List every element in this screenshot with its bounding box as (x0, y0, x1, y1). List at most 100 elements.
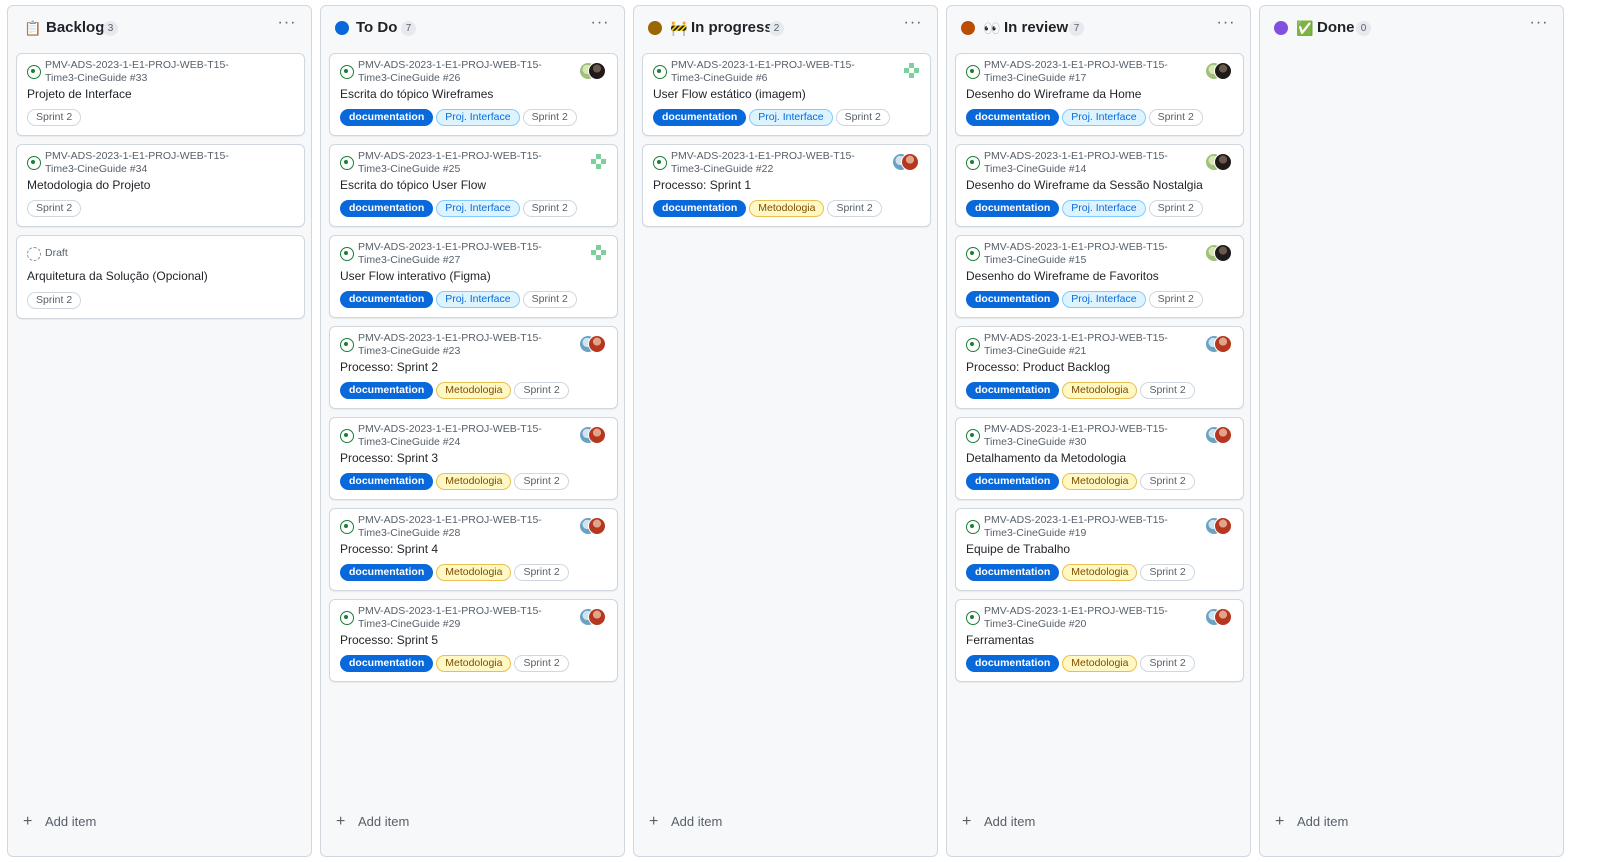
assignee-avatars[interactable] (579, 335, 607, 353)
label-documentation[interactable]: documentation (966, 564, 1060, 581)
card-issue[interactable]: PMV-ADS-2023-1-E1-PROJ-WEB-T15-Time3-Cin… (955, 53, 1244, 136)
label-sprint[interactable]: Sprint 2 (827, 200, 882, 217)
card-issue[interactable]: PMV-ADS-2023-1-E1-PROJ-WEB-T15-Time3-Cin… (329, 144, 618, 227)
assignee-avatars[interactable] (579, 517, 607, 535)
column-menu-icon[interactable]: ··· (588, 14, 612, 38)
label-documentation[interactable]: documentation (653, 109, 747, 126)
card-title[interactable]: Processo: Sprint 1 (653, 178, 893, 192)
label-documentation[interactable]: documentation (340, 473, 434, 490)
label-proj-interface[interactable]: Proj. Interface (436, 291, 520, 308)
card-issue[interactable]: PMV-ADS-2023-1-E1-PROJ-WEB-T15-Time3-Cin… (329, 235, 618, 318)
label-documentation[interactable]: documentation (966, 109, 1060, 126)
card-title[interactable]: Projeto de Interface (27, 87, 267, 101)
label-proj-interface[interactable]: Proj. Interface (749, 109, 833, 126)
column-menu-icon[interactable]: ··· (901, 14, 925, 38)
label-documentation[interactable]: documentation (340, 655, 434, 672)
label-sprint[interactable]: Sprint 2 (27, 109, 82, 126)
assignee-avatars[interactable] (1205, 608, 1233, 626)
card-draft[interactable]: Draft Arquitetura da Solução (Opcional) … (16, 235, 305, 319)
card-title[interactable]: Arquitetura da Solução (Opcional) (27, 269, 267, 283)
label-metodologia[interactable]: Metodologia (1062, 382, 1138, 399)
card-issue[interactable]: PMV-ADS-2023-1-E1-PROJ-WEB-T15-Time3-Cin… (955, 144, 1244, 227)
assignee-avatars[interactable] (1205, 426, 1233, 444)
card-issue[interactable]: PMV-ADS-2023-1-E1-PROJ-WEB-T15-Time3-Cin… (955, 599, 1244, 682)
card-title[interactable]: Processo: Sprint 3 (340, 451, 580, 465)
identicon-avatar[interactable] (591, 245, 607, 261)
add-item-button[interactable]: + Add item (336, 814, 409, 834)
card-title[interactable]: Processo: Sprint 4 (340, 542, 580, 556)
card-issue[interactable]: PMV-ADS-2023-1-E1-PROJ-WEB-T15-Time3-Cin… (642, 53, 931, 136)
label-metodologia[interactable]: Metodologia (436, 564, 512, 581)
label-documentation[interactable]: documentation (966, 291, 1060, 308)
label-documentation[interactable]: documentation (966, 655, 1060, 672)
column-menu-icon[interactable]: ··· (1214, 14, 1238, 38)
card-issue[interactable]: PMV-ADS-2023-1-E1-PROJ-WEB-T15-Time3-Cin… (642, 144, 931, 227)
label-sprint[interactable]: Sprint 2 (27, 200, 82, 217)
label-documentation[interactable]: documentation (966, 473, 1060, 490)
assignee-avatars[interactable] (1205, 517, 1233, 535)
card-title[interactable]: Ferramentas (966, 633, 1206, 647)
label-sprint[interactable]: Sprint 2 (1148, 291, 1203, 308)
label-documentation[interactable]: documentation (966, 382, 1060, 399)
card-title[interactable]: User Flow estático (imagem) (653, 87, 893, 101)
label-sprint[interactable]: Sprint 2 (514, 564, 569, 581)
card-issue[interactable]: PMV-ADS-2023-1-E1-PROJ-WEB-T15-Time3-Cin… (16, 53, 305, 136)
label-sprint[interactable]: Sprint 2 (514, 473, 569, 490)
column-menu-icon[interactable]: ··· (1527, 14, 1551, 38)
label-documentation[interactable]: documentation (340, 200, 434, 217)
card-title[interactable]: Escrita do tópico User Flow (340, 178, 580, 192)
card-issue[interactable]: PMV-ADS-2023-1-E1-PROJ-WEB-T15-Time3-Cin… (955, 417, 1244, 500)
assignee-avatars[interactable] (1205, 62, 1233, 80)
card-issue[interactable]: PMV-ADS-2023-1-E1-PROJ-WEB-T15-Time3-Cin… (955, 508, 1244, 591)
label-sprint[interactable]: Sprint 2 (514, 655, 569, 672)
identicon-avatar[interactable] (591, 154, 607, 170)
label-sprint[interactable]: Sprint 2 (27, 292, 82, 309)
label-metodologia[interactable]: Metodologia (749, 200, 825, 217)
card-issue[interactable]: PMV-ADS-2023-1-E1-PROJ-WEB-T15-Time3-Cin… (955, 326, 1244, 409)
card-issue[interactable]: PMV-ADS-2023-1-E1-PROJ-WEB-T15-Time3-Cin… (329, 53, 618, 136)
label-proj-interface[interactable]: Proj. Interface (1062, 200, 1146, 217)
label-sprint[interactable]: Sprint 2 (1140, 382, 1195, 399)
label-sprint[interactable]: Sprint 2 (1140, 655, 1195, 672)
assignee-avatars[interactable] (1205, 244, 1233, 262)
card-issue[interactable]: PMV-ADS-2023-1-E1-PROJ-WEB-T15-Time3-Cin… (329, 599, 618, 682)
card-issue[interactable]: PMV-ADS-2023-1-E1-PROJ-WEB-T15-Time3-Cin… (329, 326, 618, 409)
label-proj-interface[interactable]: Proj. Interface (436, 200, 520, 217)
card-title[interactable]: Processo: Sprint 5 (340, 633, 580, 647)
label-proj-interface[interactable]: Proj. Interface (1062, 291, 1146, 308)
card-title[interactable]: Processo: Sprint 2 (340, 360, 580, 374)
label-documentation[interactable]: documentation (340, 291, 434, 308)
column-menu-icon[interactable]: ··· (275, 14, 299, 38)
add-item-button[interactable]: + Add item (962, 814, 1035, 834)
label-sprint[interactable]: Sprint 2 (1148, 200, 1203, 217)
assignee-avatars[interactable] (892, 153, 920, 171)
label-metodologia[interactable]: Metodologia (1062, 655, 1138, 672)
card-title[interactable]: Processo: Product Backlog (966, 360, 1206, 374)
label-metodologia[interactable]: Metodologia (436, 473, 512, 490)
label-proj-interface[interactable]: Proj. Interface (436, 109, 520, 126)
label-metodologia[interactable]: Metodologia (1062, 473, 1138, 490)
add-item-button[interactable]: + Add item (23, 814, 96, 834)
add-item-button[interactable]: + Add item (1275, 814, 1348, 834)
label-metodologia[interactable]: Metodologia (1062, 564, 1138, 581)
label-documentation[interactable]: documentation (340, 109, 434, 126)
card-title[interactable]: Desenho do Wireframe de Favoritos (966, 269, 1206, 283)
assignee-avatars[interactable] (579, 62, 607, 80)
card-title[interactable]: Metodologia do Projeto (27, 178, 267, 192)
label-metodologia[interactable]: Metodologia (436, 382, 512, 399)
assignee-avatars[interactable] (1205, 335, 1233, 353)
card-issue[interactable]: PMV-ADS-2023-1-E1-PROJ-WEB-T15-Time3-Cin… (329, 417, 618, 500)
label-sprint[interactable]: Sprint 2 (522, 109, 577, 126)
label-documentation[interactable]: documentation (966, 200, 1060, 217)
card-issue[interactable]: PMV-ADS-2023-1-E1-PROJ-WEB-T15-Time3-Cin… (955, 235, 1244, 318)
add-item-button[interactable]: + Add item (649, 814, 722, 834)
assignee-avatars[interactable] (579, 426, 607, 444)
label-sprint[interactable]: Sprint 2 (1148, 109, 1203, 126)
label-proj-interface[interactable]: Proj. Interface (1062, 109, 1146, 126)
label-sprint[interactable]: Sprint 2 (522, 291, 577, 308)
label-documentation[interactable]: documentation (340, 382, 434, 399)
assignee-avatars[interactable] (579, 608, 607, 626)
card-title[interactable]: Desenho do Wireframe da Sessão Nostalgia (966, 178, 1206, 192)
card-title[interactable]: Detalhamento da Metodologia (966, 451, 1206, 465)
label-documentation[interactable]: documentation (340, 564, 434, 581)
